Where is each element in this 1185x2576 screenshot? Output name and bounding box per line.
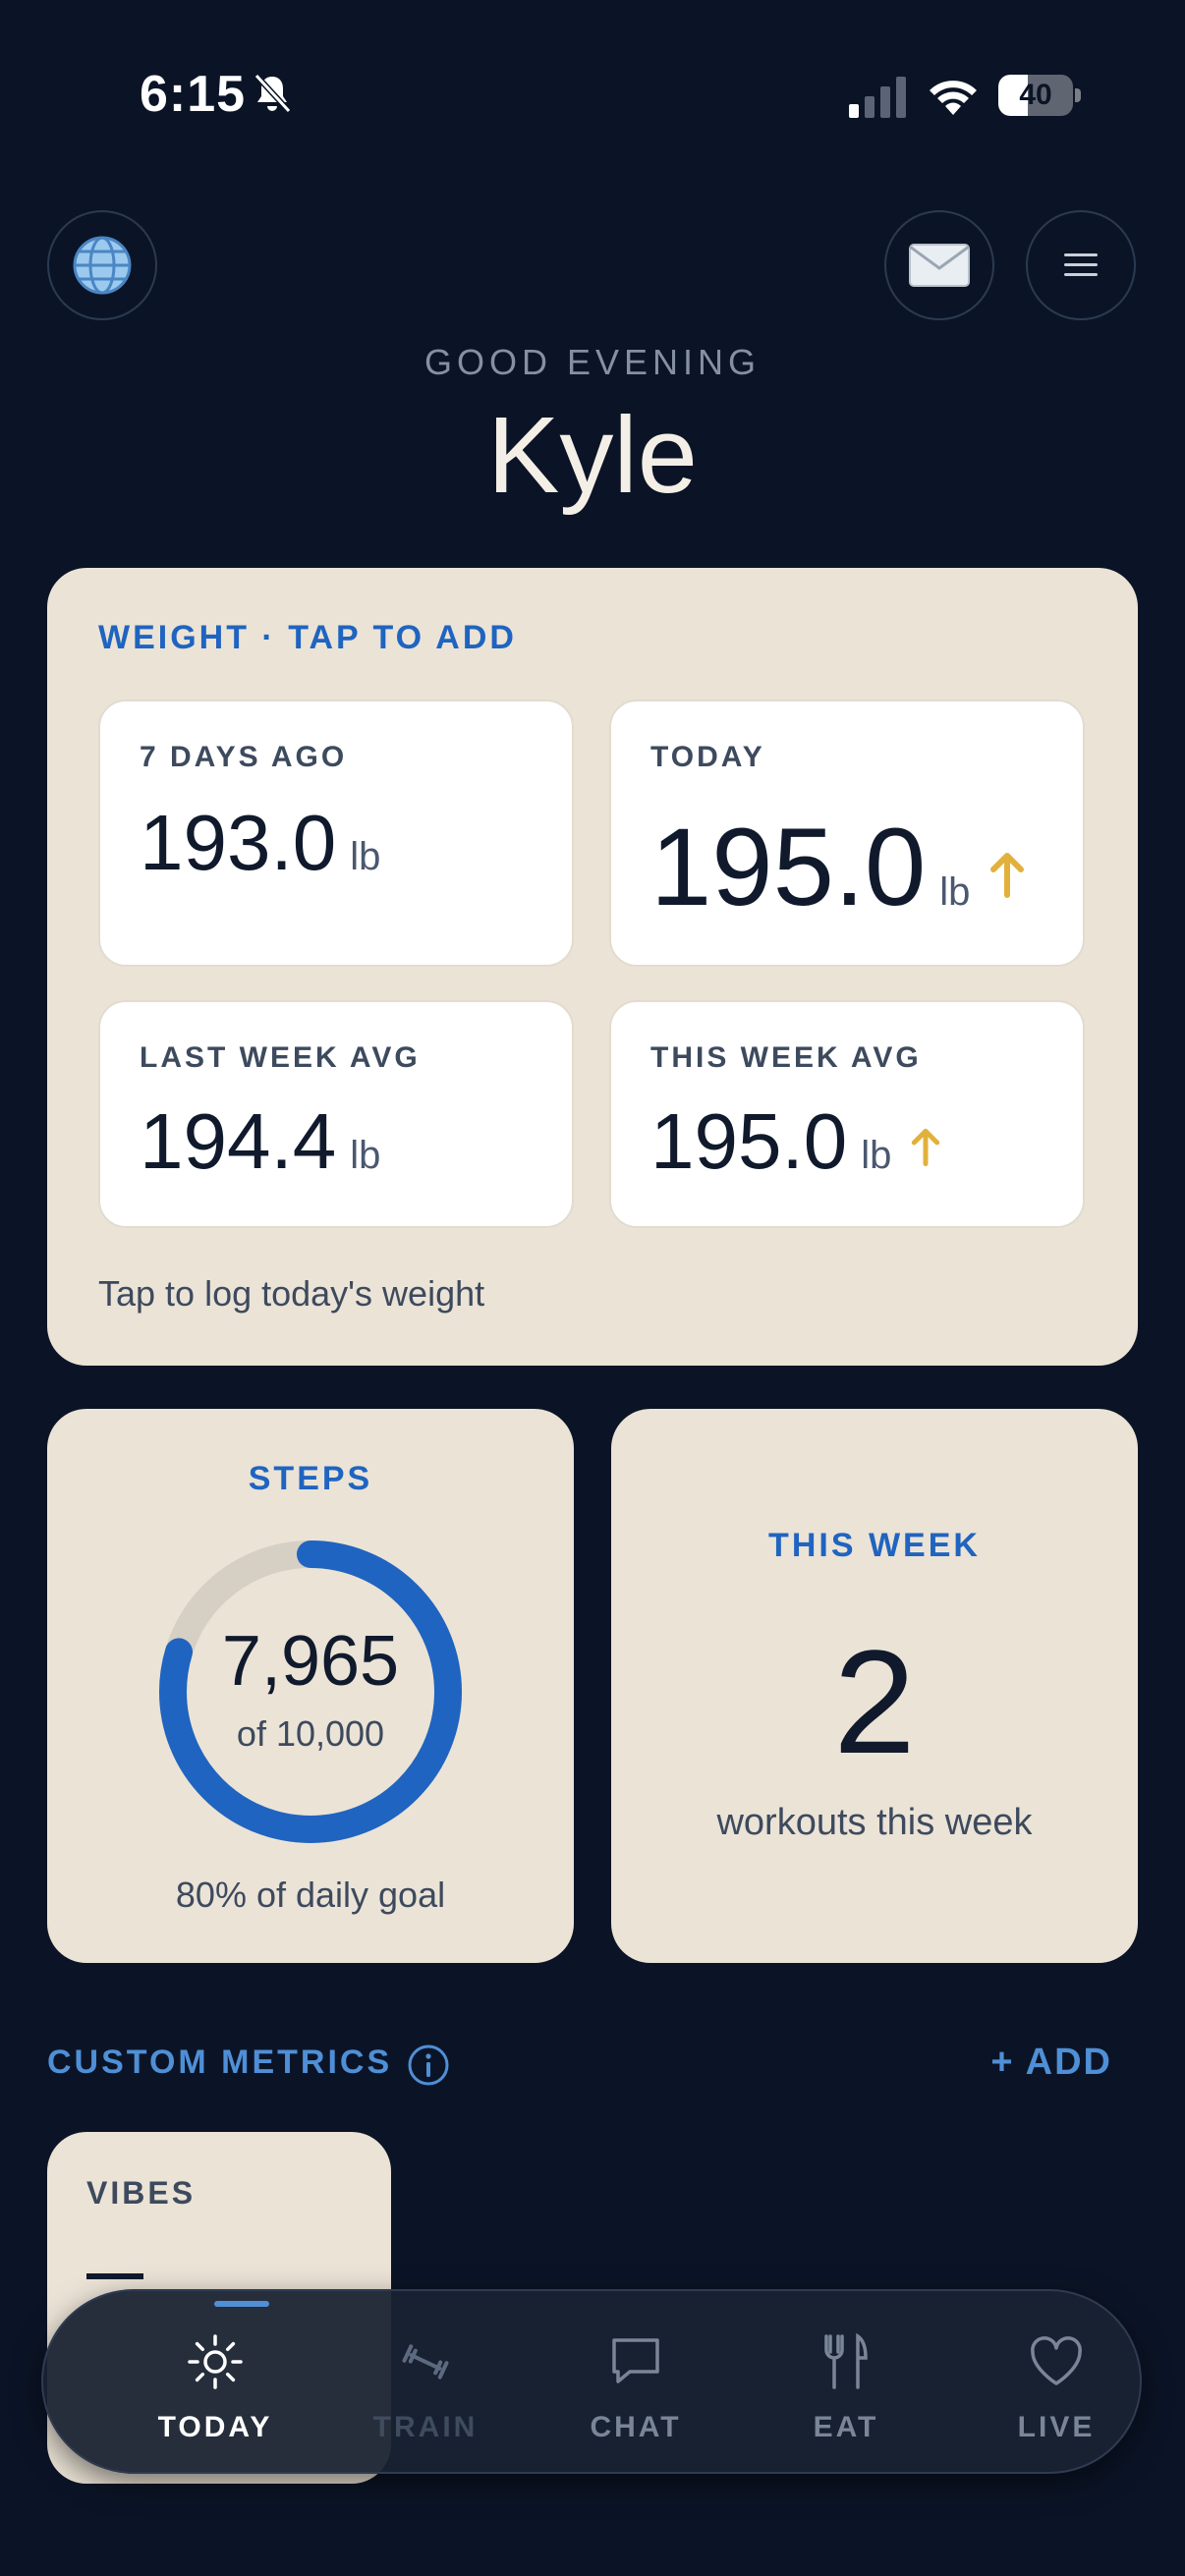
metric-empty-value <box>86 2273 143 2279</box>
steps-label: STEPS <box>248 1460 373 1497</box>
fork-knife-icon <box>824 2332 868 2389</box>
tab-label: EAT <box>813 2411 879 2443</box>
tab-label: TRAIN <box>372 2411 479 2443</box>
add-metric-button[interactable]: + ADD <box>990 2042 1112 2084</box>
status-time: 6:15 <box>140 66 247 123</box>
weight-tile-7-days-ago: 7 DAYS AGO 193.0 lb <box>98 700 574 967</box>
steps-goal: of 10,000 <box>236 1713 385 1754</box>
greeting: GOOD EVENING <box>423 342 762 382</box>
user-name: Kyle <box>487 395 698 516</box>
tab-train[interactable]: TRAIN <box>320 2291 531 2476</box>
custom-metrics-title: CUSTOM METRICS <box>47 2044 393 2081</box>
trend-up-arrow-icon <box>990 853 1025 899</box>
battery-indicator: 40 <box>998 75 1081 116</box>
tab-label: TODAY <box>157 2411 273 2443</box>
workouts-card[interactable]: THIS WEEK 2 workouts this week <box>611 1409 1138 1963</box>
tab-live[interactable]: LIVE <box>951 2291 1161 2476</box>
weight-card-label: WEIGHT · TAP TO ADD <box>98 619 517 656</box>
heart-icon <box>1031 2336 1082 2385</box>
mail-icon <box>909 244 970 287</box>
steps-count: 7,965 <box>221 1622 400 1701</box>
workouts-count: 2 <box>833 1619 916 1784</box>
hamburger-menu-icon <box>1064 253 1098 276</box>
tile-label: 7 DAYS AGO <box>140 741 348 773</box>
weight-tile-last-week-avg: LAST WEEK AVG 194.4 lb <box>98 1000 574 1228</box>
battery-percent: 40 <box>1019 79 1052 111</box>
tile-value: 195.0 lb <box>650 804 1027 930</box>
weight-card[interactable]: WEIGHT · TAP TO ADD 7 DAYS AGO 193.0 lb T… <box>47 568 1138 1366</box>
bell-muted-icon <box>254 73 292 114</box>
steps-goal-percent: 80% of daily goal <box>175 1875 446 1915</box>
globe-icon <box>73 236 132 295</box>
steps-card[interactable]: STEPS 7,965 of 10,000 80% of daily goal <box>47 1409 574 1963</box>
trend-up-arrow-icon <box>912 1128 940 1167</box>
globe-button[interactable] <box>47 210 157 320</box>
tile-value: 194.4 lb <box>140 1097 381 1185</box>
tab-today[interactable]: TODAY <box>110 2291 320 2476</box>
tab-label: LIVE <box>1017 2411 1096 2443</box>
metric-label: VIBES <box>86 2175 197 2211</box>
tile-label: TODAY <box>650 741 765 773</box>
bottom-tab-bar: TODAY TRAIN CHAT EAT LIVE <box>41 2289 1142 2474</box>
active-tab-indicator <box>214 2301 269 2307</box>
menu-button[interactable] <box>1026 210 1136 320</box>
cellular-signal-icon <box>849 77 906 118</box>
tab-label: CHAT <box>590 2411 682 2443</box>
tile-label: LAST WEEK AVG <box>140 1041 421 1074</box>
weight-tile-this-week-avg: THIS WEEK AVG 195.0 lb <box>609 1000 1085 1228</box>
tile-value: 195.0 lb <box>650 1096 942 1187</box>
wifi-icon <box>930 81 977 115</box>
chat-bubble-icon <box>612 2338 659 2383</box>
tab-eat[interactable]: EAT <box>741 2291 951 2476</box>
workouts-label: THIS WEEK <box>768 1527 981 1564</box>
tab-chat[interactable]: CHAT <box>531 2291 741 2476</box>
tile-value: 193.0 lb <box>140 799 381 886</box>
workouts-caption: workouts this week <box>716 1802 1033 1843</box>
tile-label: THIS WEEK AVG <box>650 1041 922 1074</box>
weight-tile-today: TODAY 195.0 lb <box>609 700 1085 967</box>
status-bar: 6:15 40 <box>0 0 1185 192</box>
info-icon[interactable] <box>407 2044 450 2087</box>
dumbbell-icon <box>402 2344 449 2380</box>
sun-icon <box>188 2334 243 2389</box>
weight-log-hint: Tap to log today's weight <box>98 1273 485 1314</box>
mail-button[interactable] <box>884 210 994 320</box>
